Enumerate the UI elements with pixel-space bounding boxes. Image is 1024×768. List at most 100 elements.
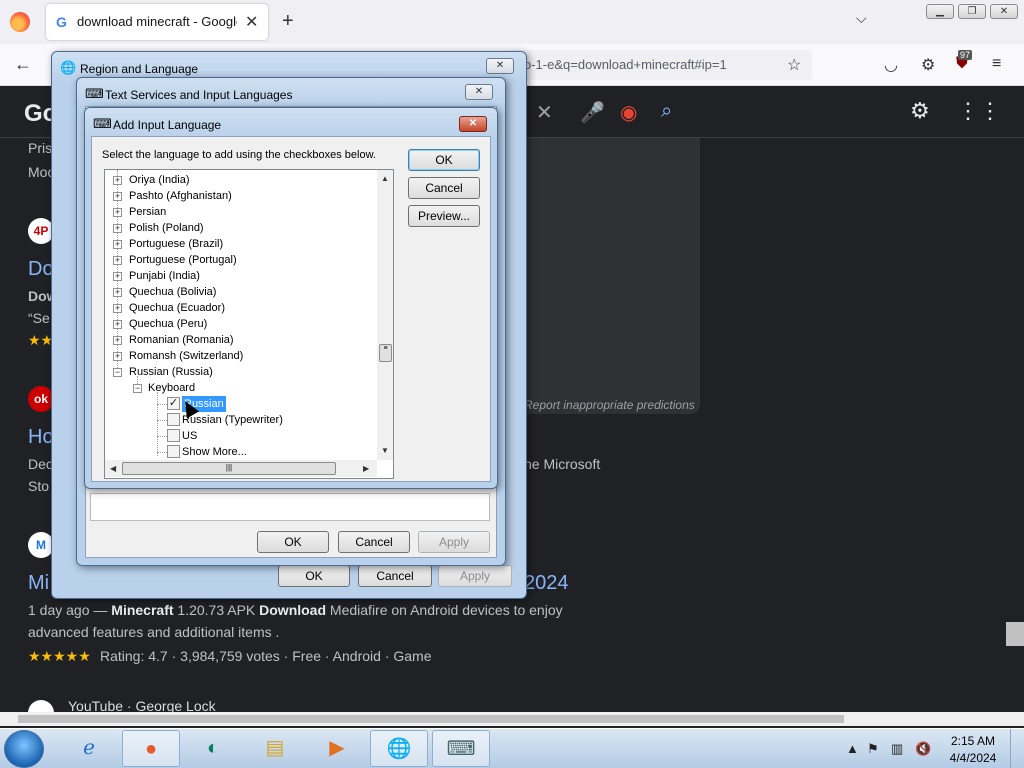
show-desktop-button[interactable] bbox=[1010, 729, 1024, 768]
tab-title: download minecraft - Google S bbox=[77, 14, 237, 29]
keyboard-option[interactable]: Russian (Typewriter) bbox=[182, 412, 283, 428]
close-dialog-button[interactable]: ✕ bbox=[459, 116, 487, 132]
keyboard-option[interactable]: Show More... bbox=[182, 444, 247, 460]
ok-button[interactable]: OK bbox=[257, 531, 329, 553]
microphone-icon[interactable]: 🎤 bbox=[580, 100, 605, 125]
result-link[interactable]: Do bbox=[28, 258, 54, 281]
language-item[interactable]: Persian bbox=[129, 204, 166, 220]
cancel-button[interactable]: Cancel bbox=[408, 177, 480, 199]
language-item[interactable]: Romansh (Switzerland) bbox=[129, 348, 243, 364]
expand-icon[interactable]: + bbox=[113, 272, 122, 281]
network-icon[interactable]: ▥ bbox=[891, 741, 903, 757]
address-bar[interactable]: o-1-e&q=download+minecraft#ip=1 bbox=[500, 50, 812, 80]
collapse-icon[interactable]: − bbox=[133, 384, 142, 393]
cancel-button[interactable]: Cancel bbox=[338, 531, 410, 553]
horizontal-scrollbar[interactable] bbox=[0, 712, 1024, 726]
scroll-left-icon[interactable]: ◀ bbox=[110, 464, 116, 473]
expand-icon[interactable]: + bbox=[113, 192, 122, 201]
settings-gear-icon[interactable]: ⚙ bbox=[910, 98, 930, 124]
scroll-right-icon[interactable]: ▶ bbox=[363, 464, 369, 473]
lens-icon[interactable]: ◉ bbox=[620, 100, 637, 125]
vertical-scroll-thumb[interactable] bbox=[1006, 622, 1024, 646]
language-item[interactable]: Russian (Russia) bbox=[129, 364, 213, 380]
pocket-icon[interactable]: ◡ bbox=[884, 55, 898, 75]
file-explorer-icon[interactable]: ▤ bbox=[246, 730, 304, 767]
hamburger-menu-icon[interactable]: ≡ bbox=[992, 55, 1001, 73]
ok-button[interactable]: OK bbox=[408, 149, 480, 171]
language-item[interactable]: Polish (Poland) bbox=[129, 220, 204, 236]
expand-icon[interactable]: + bbox=[113, 352, 122, 361]
language-item[interactable]: Pashto (Afghanistan) bbox=[129, 188, 232, 204]
system-clock[interactable]: 2:15 AM 4/4/2024 bbox=[944, 733, 1002, 767]
back-arrow-icon[interactable]: ← bbox=[14, 54, 32, 75]
result-link[interactable]: 2024 bbox=[524, 572, 569, 595]
language-tree[interactable]: + Oriya (India) + Pashto (Afghanistan) + Pers… bbox=[104, 169, 394, 479]
language-item[interactable]: Quechua (Ecuador) bbox=[129, 300, 225, 316]
restore-window-button[interactable]: ❐ bbox=[958, 4, 986, 19]
language-item[interactable]: Quechua (Bolivia) bbox=[129, 284, 216, 300]
close-dialog-button[interactable]: ✕ bbox=[465, 84, 493, 100]
vertical-scrollbar[interactable]: ▲ ≡ ▼ bbox=[377, 170, 393, 460]
scroll-down-icon[interactable]: ▼ bbox=[381, 446, 389, 455]
preview-button[interactable]: Preview... bbox=[408, 205, 480, 227]
close-dialog-button[interactable]: ✕ bbox=[486, 58, 514, 74]
expand-icon[interactable]: + bbox=[113, 320, 122, 329]
internet-explorer-icon[interactable]: ℯ bbox=[60, 730, 118, 767]
expand-icon[interactable]: + bbox=[113, 224, 122, 233]
language-item[interactable]: Punjabi (India) bbox=[129, 268, 200, 284]
clear-search-icon[interactable]: ✕ bbox=[536, 100, 553, 125]
close-tab-icon[interactable]: ✕ bbox=[245, 12, 258, 32]
minimize-window-button[interactable]: ▁ bbox=[926, 4, 954, 19]
keyboard-option[interactable]: US bbox=[182, 428, 197, 444]
messenger-icon[interactable]: ◐ bbox=[184, 730, 242, 767]
media-player-icon[interactable]: ▶ bbox=[308, 730, 366, 767]
ok-button[interactable]: OK bbox=[278, 565, 350, 587]
tree-connector bbox=[157, 436, 167, 437]
action-center-flag-icon[interactable]: ⚑ bbox=[867, 741, 879, 757]
language-item[interactable]: Romanian (Romania) bbox=[129, 332, 234, 348]
checkbox[interactable] bbox=[167, 429, 180, 442]
scroll-up-icon[interactable]: ▲ bbox=[381, 174, 389, 183]
expand-icon[interactable]: + bbox=[113, 336, 122, 345]
result-link[interactable]: Mi bbox=[28, 572, 49, 595]
checkbox[interactable] bbox=[167, 413, 180, 426]
expand-icon[interactable]: + bbox=[113, 240, 122, 249]
bookmark-star-icon[interactable]: ☆ bbox=[787, 55, 801, 75]
search-icon[interactable]: ⌕ bbox=[661, 100, 672, 123]
expand-icon[interactable]: + bbox=[113, 256, 122, 265]
report-predictions-link[interactable]: Report inappropriate predictions bbox=[524, 398, 695, 412]
show-hidden-icons-icon[interactable]: ▲ bbox=[846, 741, 859, 756]
chevron-down-icon[interactable]: ⌵ bbox=[856, 10, 867, 27]
new-tab-icon[interactable]: + bbox=[282, 10, 294, 33]
language-item[interactable]: Oriya (India) bbox=[129, 172, 190, 188]
language-item[interactable]: Quechua (Peru) bbox=[129, 316, 207, 332]
cancel-button[interactable]: Cancel bbox=[358, 565, 432, 587]
start-button[interactable] bbox=[4, 730, 44, 768]
browser-tab[interactable]: G download minecraft - Google S ✕ bbox=[46, 4, 268, 40]
apply-button: Apply bbox=[418, 531, 490, 553]
close-window-button[interactable]: ✕ bbox=[990, 4, 1018, 19]
collapse-icon[interactable]: − bbox=[113, 368, 122, 377]
firefox-taskbar-icon[interactable]: ● bbox=[122, 730, 180, 767]
language-item[interactable]: Portuguese (Portugal) bbox=[129, 252, 237, 268]
checkbox[interactable] bbox=[167, 445, 180, 458]
scroll-thumb[interactable]: ||| bbox=[122, 462, 336, 475]
expand-icon[interactable]: + bbox=[113, 288, 122, 297]
expand-icon[interactable]: + bbox=[113, 304, 122, 313]
expand-icon[interactable]: + bbox=[113, 176, 122, 185]
scroll-thumb[interactable] bbox=[18, 715, 844, 723]
horizontal-scrollbar[interactable]: ◀ ||| ▶ bbox=[105, 460, 377, 477]
firefox-icon[interactable] bbox=[10, 12, 30, 32]
scroll-thumb[interactable]: ≡ bbox=[379, 344, 392, 362]
language-item[interactable]: Portuguese (Brazil) bbox=[129, 236, 223, 252]
result-link[interactable]: Ho bbox=[28, 426, 54, 449]
expand-icon[interactable]: + bbox=[113, 208, 122, 217]
extensions-icon[interactable]: ⚙ bbox=[921, 55, 935, 75]
keyboard-group[interactable]: Keyboard bbox=[148, 380, 195, 396]
volume-muted-icon[interactable]: 🔇 bbox=[915, 741, 931, 757]
region-language-taskbar-icon[interactable]: 🌐 bbox=[370, 730, 428, 767]
keyboard-taskbar-icon[interactable]: ⌨ bbox=[432, 730, 490, 767]
checked-checkbox[interactable]: ✓ bbox=[167, 397, 180, 410]
tree-connector bbox=[157, 420, 167, 421]
apps-grid-icon[interactable]: ⋮⋮ bbox=[957, 98, 1001, 124]
